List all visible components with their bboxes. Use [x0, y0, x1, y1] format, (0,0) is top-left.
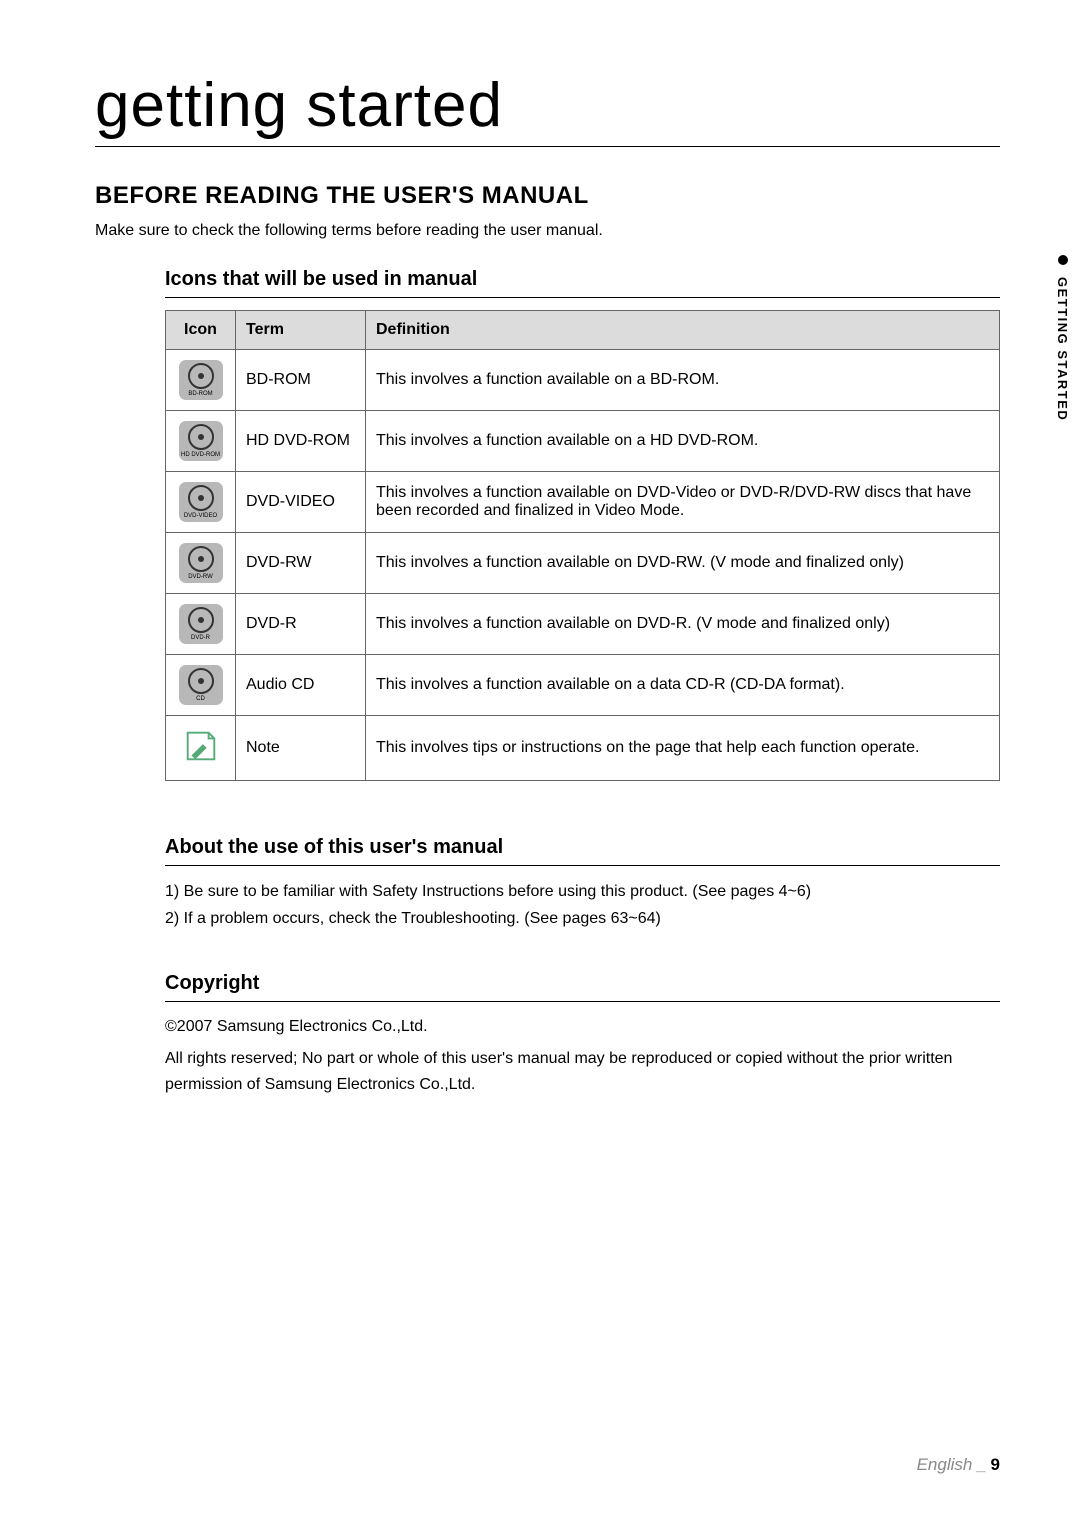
section-title: BEFORE READING THE USER'S MANUAL	[95, 182, 1000, 210]
definition-cell: This involves a function available on a …	[366, 350, 1000, 411]
definition-cell: This involves a function available on a …	[366, 411, 1000, 472]
list-item: 2) If a problem occurs, check the Troubl…	[165, 905, 1000, 932]
copyright-block: ©2007 Samsung Electronics Co.,Ltd. All r…	[165, 1014, 1000, 1097]
side-tab: GETTING STARTED	[1045, 255, 1080, 421]
dvd-rw-icon: DVD-RW	[179, 543, 223, 583]
table-header-icon: Icon	[166, 311, 236, 350]
copyright-line: All rights reserved; No part or whole of…	[165, 1046, 1000, 1097]
term-cell: DVD-VIDEO	[236, 472, 366, 533]
copyright-line: ©2007 Samsung Electronics Co.,Ltd.	[165, 1014, 1000, 1040]
footer-language: English _	[917, 1455, 987, 1474]
page-footer: English _9	[917, 1455, 1000, 1475]
icons-table: Icon Term Definition BD-ROM BD-ROM This …	[165, 310, 1000, 781]
list-item: 1) Be sure to be familiar with Safety In…	[165, 878, 1000, 905]
table-row: DVD-VIDEO DVD-VIDEO This involves a func…	[166, 472, 1000, 533]
definition-cell: This involves a function available on a …	[366, 655, 1000, 716]
about-subsection-title: About the use of this user's manual	[165, 836, 1000, 866]
table-row: CD Audio CD This involves a function ava…	[166, 655, 1000, 716]
definition-cell: This involves a function available on DV…	[366, 472, 1000, 533]
term-cell: BD-ROM	[236, 350, 366, 411]
about-list: 1) Be sure to be familiar with Safety In…	[165, 878, 1000, 932]
intro-text: Make sure to check the following terms b…	[95, 222, 1000, 240]
note-icon	[179, 726, 223, 766]
audio-cd-icon: CD	[179, 665, 223, 705]
term-cell: DVD-R	[236, 594, 366, 655]
term-cell: HD DVD-ROM	[236, 411, 366, 472]
table-row: DVD-RW DVD-RW This involves a function a…	[166, 533, 1000, 594]
side-tab-dot-icon	[1058, 255, 1068, 265]
table-header-term: Term	[236, 311, 366, 350]
table-header-definition: Definition	[366, 311, 1000, 350]
side-tab-label: GETTING STARTED	[1055, 277, 1070, 421]
bd-rom-icon: BD-ROM	[179, 360, 223, 400]
table-row: HD DVD-ROM HD DVD-ROM This involves a fu…	[166, 411, 1000, 472]
footer-page-number: 9	[991, 1455, 1000, 1474]
term-cell: Note	[236, 716, 366, 781]
term-cell: DVD-RW	[236, 533, 366, 594]
definition-cell: This involves a function available on DV…	[366, 533, 1000, 594]
definition-cell: This involves a function available on DV…	[366, 594, 1000, 655]
table-row: Note This involves tips or instructions …	[166, 716, 1000, 781]
copyright-subsection-title: Copyright	[165, 972, 1000, 1002]
dvd-r-icon: DVD-R	[179, 604, 223, 644]
dvd-video-icon: DVD-VIDEO	[179, 482, 223, 522]
definition-cell: This involves tips or instructions on th…	[366, 716, 1000, 781]
page-title: getting started	[95, 70, 1000, 147]
hd-dvd-rom-icon: HD DVD-ROM	[179, 421, 223, 461]
table-row: DVD-R DVD-R This involves a function ava…	[166, 594, 1000, 655]
table-row: BD-ROM BD-ROM This involves a function a…	[166, 350, 1000, 411]
term-cell: Audio CD	[236, 655, 366, 716]
icons-subsection-title: Icons that will be used in manual	[165, 268, 1000, 298]
